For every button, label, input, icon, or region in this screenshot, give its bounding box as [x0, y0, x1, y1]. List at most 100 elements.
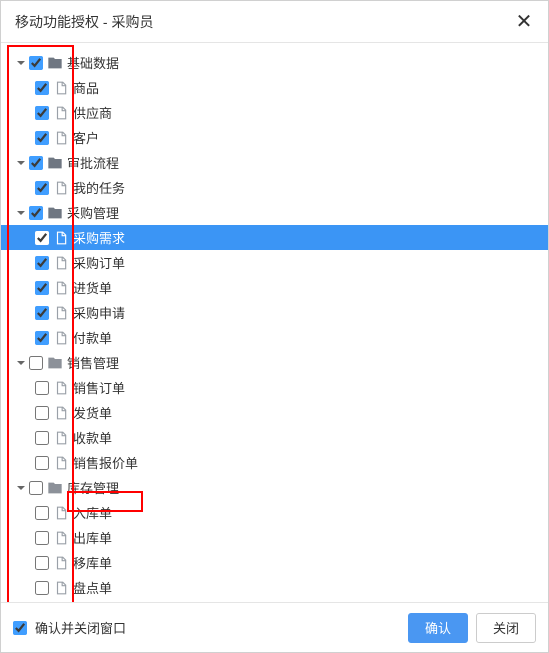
file-icon	[53, 105, 69, 121]
node-label: 付款单	[73, 328, 112, 347]
file-icon	[53, 505, 69, 521]
tree-node-preq[interactable]: 采购需求	[1, 225, 548, 250]
node-checkbox[interactable]	[35, 181, 49, 195]
node-label: 采购管理	[67, 203, 119, 222]
node-checkbox[interactable]	[35, 531, 49, 545]
tree-node-approval[interactable]: 审批流程	[1, 150, 548, 175]
node-checkbox[interactable]	[35, 556, 49, 570]
file-icon	[53, 430, 69, 446]
node-label: 入库单	[73, 503, 112, 522]
expand-toggle[interactable]	[13, 58, 29, 68]
node-checkbox[interactable]	[29, 356, 43, 370]
node-label: 进货单	[73, 278, 112, 297]
node-label: 销售管理	[67, 353, 119, 372]
node-label: 库存管理	[67, 478, 119, 497]
node-checkbox[interactable]	[35, 81, 49, 95]
node-label: 基础数据	[67, 53, 119, 72]
cancel-button[interactable]: 关闭	[476, 613, 536, 643]
node-label: 采购订单	[73, 253, 125, 272]
node-checkbox[interactable]	[35, 331, 49, 345]
node-checkbox[interactable]	[35, 106, 49, 120]
dialog-footer: 确认并关闭窗口 确认 关闭	[1, 602, 548, 652]
close-icon[interactable]: ✕	[514, 1, 534, 43]
tree-node-porder[interactable]: 采购订单	[1, 250, 548, 275]
node-checkbox[interactable]	[35, 131, 49, 145]
folder-icon	[47, 155, 63, 171]
tree-node-move[interactable]: 移库单	[1, 550, 548, 575]
tree-node-customer[interactable]: 客户	[1, 125, 548, 150]
expand-toggle[interactable]	[13, 358, 29, 368]
node-checkbox[interactable]	[35, 256, 49, 270]
file-icon	[53, 555, 69, 571]
node-checkbox[interactable]	[29, 156, 43, 170]
folder-icon	[47, 480, 63, 496]
file-icon	[53, 280, 69, 296]
tree-node-quote[interactable]: 销售报价单	[1, 450, 548, 475]
tree-node-payment[interactable]: 付款单	[1, 325, 548, 350]
node-checkbox[interactable]	[35, 581, 49, 595]
node-label: 出库单	[73, 528, 112, 547]
dialog-title: 移动功能授权 - 采购员	[15, 1, 153, 43]
node-checkbox[interactable]	[29, 206, 43, 220]
node-label: 销售报价单	[73, 453, 138, 472]
close-confirm-wrapper[interactable]: 确认并关闭窗口	[13, 618, 126, 637]
file-icon	[53, 405, 69, 421]
node-checkbox[interactable]	[29, 481, 43, 495]
node-label: 客户	[73, 128, 99, 147]
node-label: 销售订单	[73, 378, 125, 397]
folder-icon	[47, 55, 63, 71]
file-icon	[53, 530, 69, 546]
tree-node-inventory[interactable]: 库存管理	[1, 475, 548, 500]
tree-node-purchase[interactable]: 采购管理	[1, 200, 548, 225]
tree-node-mytask[interactable]: 我的任务	[1, 175, 548, 200]
node-label: 商品	[73, 78, 99, 97]
tree-node-in[interactable]: 入库单	[1, 500, 548, 525]
file-icon	[53, 455, 69, 471]
expand-toggle[interactable]	[13, 208, 29, 218]
file-icon	[53, 330, 69, 346]
node-checkbox[interactable]	[35, 431, 49, 445]
node-label: 采购需求	[73, 228, 125, 247]
node-label: 审批流程	[67, 153, 119, 172]
node-checkbox[interactable]	[29, 56, 43, 70]
ok-button[interactable]: 确认	[408, 613, 468, 643]
tree-node-base[interactable]: 基础数据	[1, 50, 548, 75]
node-label: 收款单	[73, 428, 112, 447]
tree-node-sorder[interactable]: 销售订单	[1, 375, 548, 400]
folder-icon	[47, 205, 63, 221]
node-checkbox[interactable]	[35, 406, 49, 420]
close-confirm-checkbox[interactable]	[13, 621, 27, 635]
file-icon	[53, 580, 69, 596]
file-icon	[53, 380, 69, 396]
node-checkbox[interactable]	[35, 506, 49, 520]
expand-toggle[interactable]	[13, 158, 29, 168]
close-confirm-label: 确认并关闭窗口	[35, 618, 126, 637]
node-checkbox[interactable]	[35, 231, 49, 245]
node-label: 移库单	[73, 553, 112, 572]
file-icon	[53, 180, 69, 196]
node-checkbox[interactable]	[35, 381, 49, 395]
tree-node-goods[interactable]: 商品	[1, 75, 548, 100]
file-icon	[53, 305, 69, 321]
tree-node-ship[interactable]: 发货单	[1, 400, 548, 425]
node-label: 供应商	[73, 103, 112, 122]
tree-node-count[interactable]: 盘点单	[1, 575, 548, 600]
expand-toggle[interactable]	[13, 483, 29, 493]
node-checkbox[interactable]	[35, 281, 49, 295]
node-checkbox[interactable]	[35, 306, 49, 320]
tree-node-supplier[interactable]: 供应商	[1, 100, 548, 125]
node-label: 盘点单	[73, 578, 112, 597]
tree-node-papply[interactable]: 采购申请	[1, 300, 548, 325]
tree-node-out[interactable]: 出库单	[1, 525, 548, 550]
node-checkbox[interactable]	[35, 456, 49, 470]
folder-icon	[47, 355, 63, 371]
tree-node-sales[interactable]: 销售管理	[1, 350, 548, 375]
node-label: 我的任务	[73, 178, 125, 197]
tree-node-stockin[interactable]: 进货单	[1, 275, 548, 300]
tree-container: 基础数据 商品 供应商 客户 审批流程 我的任务 采购管理 采购需求	[1, 44, 548, 602]
node-label: 发货单	[73, 403, 112, 422]
file-icon	[53, 230, 69, 246]
dialog-header: 移动功能授权 - 采购员 ✕	[1, 1, 548, 43]
tree-node-receipt[interactable]: 收款单	[1, 425, 548, 450]
file-icon	[53, 255, 69, 271]
